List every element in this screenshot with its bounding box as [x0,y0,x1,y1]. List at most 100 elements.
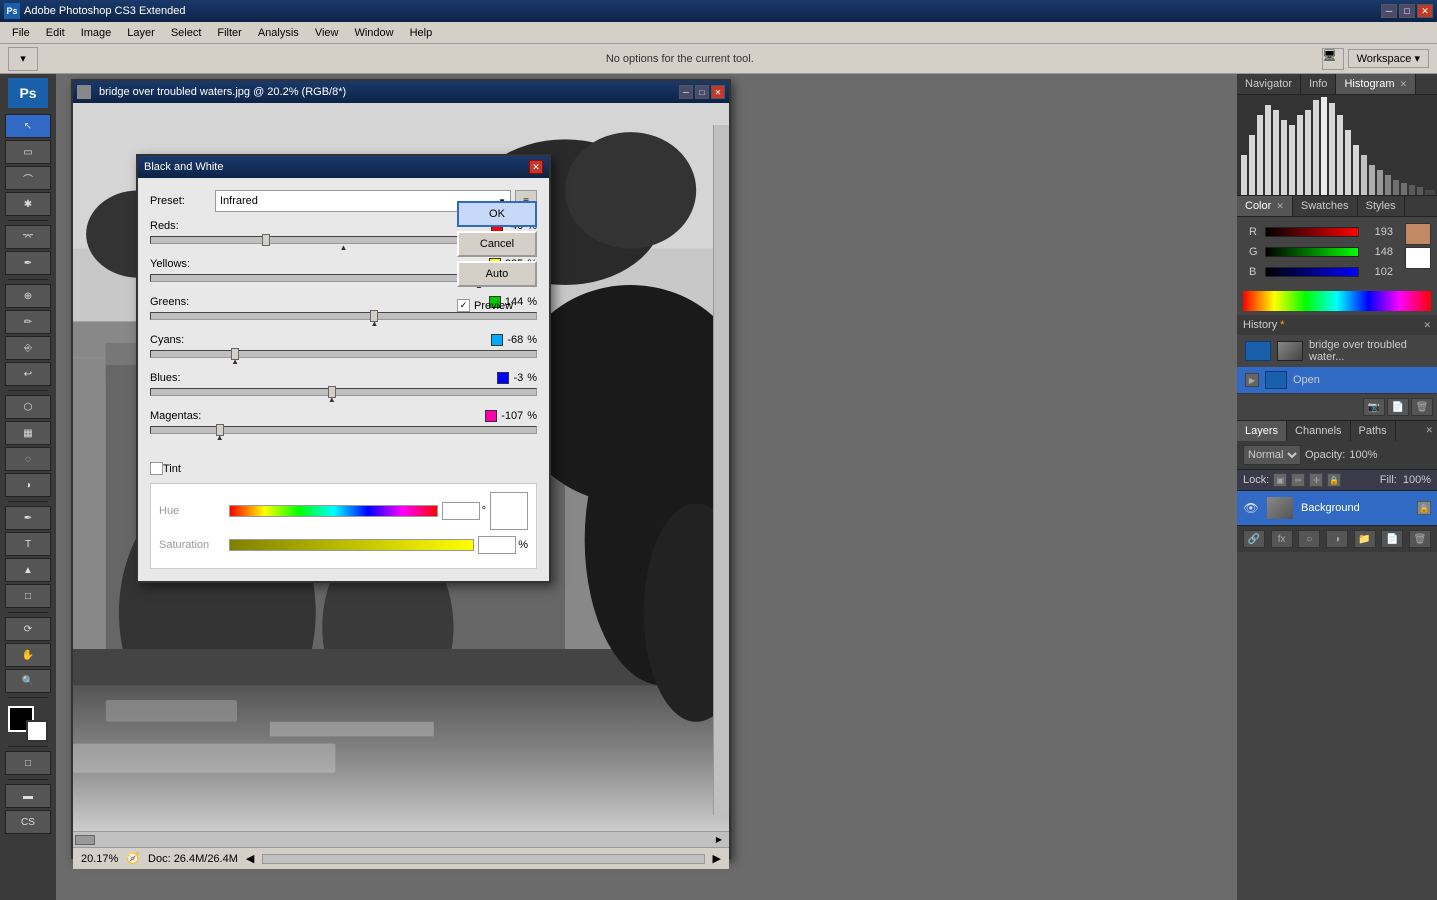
blend-mode-select[interactable]: Normal [1243,445,1301,465]
color-spectrum-bar[interactable] [1243,291,1431,311]
menu-select[interactable]: Select [163,25,210,41]
layer-background[interactable]: 👁 Background 🔒 [1237,491,1437,525]
tool-move[interactable]: ↖ [5,114,51,138]
menu-window[interactable]: Window [346,25,401,41]
ok-button[interactable]: OK [457,201,537,227]
background-color[interactable] [26,720,48,742]
tab-color[interactable]: Color ✕ [1237,196,1293,216]
cyans-slider-bg[interactable] [150,350,537,358]
tool-pen[interactable]: ✒ [5,506,51,530]
new-layer-icon[interactable]: 📄 [1381,530,1403,548]
lock-position-icon[interactable]: ✛ [1309,473,1323,487]
add-style-icon[interactable]: fx [1271,530,1293,548]
tool-gradient[interactable]: ▦ [5,421,51,445]
saturation-value-input[interactable] [478,536,516,554]
new-adjustment-icon[interactable]: ◑ [1326,530,1348,548]
workspace-selector[interactable]: Workspace ▾ [1348,49,1429,68]
history-delete-icon[interactable]: 🗑 [1411,398,1433,416]
hue-value-input[interactable] [442,502,480,520]
menu-file[interactable]: File [4,25,38,41]
reds-thumb[interactable] [262,234,270,246]
tool-lasso[interactable]: ⌒ [5,166,51,190]
tool-dodge[interactable]: ◑ [5,473,51,497]
tool-shape[interactable]: □ [5,584,51,608]
menu-analysis[interactable]: Analysis [250,25,307,41]
tool-options[interactable]: ▾ [8,47,38,71]
lock-transparent-icon[interactable]: ▣ [1273,473,1287,487]
layers-panel-close[interactable]: ✕ [1421,421,1437,441]
tool-marquee[interactable]: ▭ [5,140,51,164]
tool-heal[interactable]: ⊕ [5,284,51,308]
tool-zoom[interactable]: 🔍 [5,669,51,693]
history-item-open[interactable]: ▶ Open [1237,367,1437,393]
tab-swatches[interactable]: Swatches [1293,196,1358,216]
bw-dialog-close[interactable]: ✕ [529,160,543,174]
image-close-button[interactable]: ✕ [711,85,725,99]
g-slider[interactable] [1265,247,1359,257]
tab-channels[interactable]: Channels [1287,421,1350,441]
bg-color-preview[interactable] [1405,247,1431,269]
tool-clone[interactable]: ⎆ [5,336,51,360]
history-snapshot-icon[interactable]: 📷 [1363,398,1385,416]
lock-all-icon[interactable]: 🔒 [1327,473,1341,487]
tool-text[interactable]: T [5,532,51,556]
tab-navigator[interactable]: Navigator [1237,74,1301,94]
layer-visibility-icon[interactable]: 👁 [1243,500,1259,516]
close-button[interactable]: ✕ [1417,4,1433,18]
fg-color-preview[interactable] [1405,223,1431,245]
tab-info[interactable]: Info [1301,74,1336,94]
h-scroll-track[interactable] [262,854,704,864]
image-scrollbar-vertical[interactable] [713,125,729,815]
preview-checkbox[interactable]: ✓ [457,299,470,312]
tint-checkbox[interactable] [150,462,163,475]
tool-blur[interactable]: ◌ [5,447,51,471]
auto-button[interactable]: Auto [457,261,537,287]
lock-image-icon[interactable]: ✏ [1291,473,1305,487]
minimize-button[interactable]: ─ [1381,4,1397,18]
workspace-icon[interactable]: 🖥 [1322,48,1344,70]
r-slider[interactable] [1265,227,1359,237]
tool-quick-mask[interactable]: □ [5,751,51,775]
scroll-left-icon[interactable]: ◀ [246,852,254,865]
history-new-doc-icon[interactable]: 📄 [1387,398,1409,416]
b-slider[interactable] [1265,267,1359,277]
image-minimize-button[interactable]: ─ [679,85,693,99]
new-group-icon[interactable]: 📁 [1354,530,1376,548]
tool-magic-wand[interactable]: ✱ [5,192,51,216]
magentas-slider-bg[interactable] [150,426,537,434]
tool-3d-rotate[interactable]: ⟳ [5,617,51,641]
menu-layer[interactable]: Layer [119,25,163,41]
scroll-right-icon[interactable]: ▶ [711,832,727,848]
color-tab-close-icon[interactable]: ✕ [1276,201,1284,211]
menu-image[interactable]: Image [73,25,120,41]
history-close-icon[interactable]: ✕ [1423,320,1431,331]
tool-history-brush[interactable]: ↩ [5,362,51,386]
maximize-button[interactable]: □ [1399,4,1415,18]
saturation-slider-gradient[interactable] [229,539,474,551]
tool-eyedropper[interactable]: ✒ [5,251,51,275]
menu-help[interactable]: Help [402,25,441,41]
tab-histogram[interactable]: Histogram ✕ [1336,74,1416,94]
tab-styles[interactable]: Styles [1358,196,1405,216]
add-mask-icon[interactable]: ○ [1298,530,1320,548]
histogram-close-icon[interactable]: ✕ [1400,79,1408,89]
menu-view[interactable]: View [307,25,347,41]
greens-slider-bg[interactable] [150,312,537,320]
menu-filter[interactable]: Filter [209,25,249,41]
hue-slider-gradient[interactable] [229,505,438,517]
image-maximize-button[interactable]: □ [695,85,709,99]
scrollbar-thumb[interactable] [75,835,95,845]
tool-hand[interactable]: ✋ [5,643,51,667]
link-layers-icon[interactable]: 🔗 [1243,530,1265,548]
tool-crop[interactable]: ⌤ [5,225,51,249]
blues-slider-bg[interactable] [150,388,537,396]
tab-layers[interactable]: Layers [1237,421,1287,441]
tab-paths[interactable]: Paths [1351,421,1396,441]
history-item-1[interactable]: bridge over troubled water... [1237,335,1437,367]
delete-layer-icon[interactable]: 🗑 [1409,530,1431,548]
scroll-right-icon2[interactable]: ▶ [713,852,721,865]
menu-edit[interactable]: Edit [38,25,73,41]
tool-cs[interactable]: CS [5,810,51,834]
tool-path[interactable]: ▲ [5,558,51,582]
tool-brush[interactable]: ✏ [5,310,51,334]
